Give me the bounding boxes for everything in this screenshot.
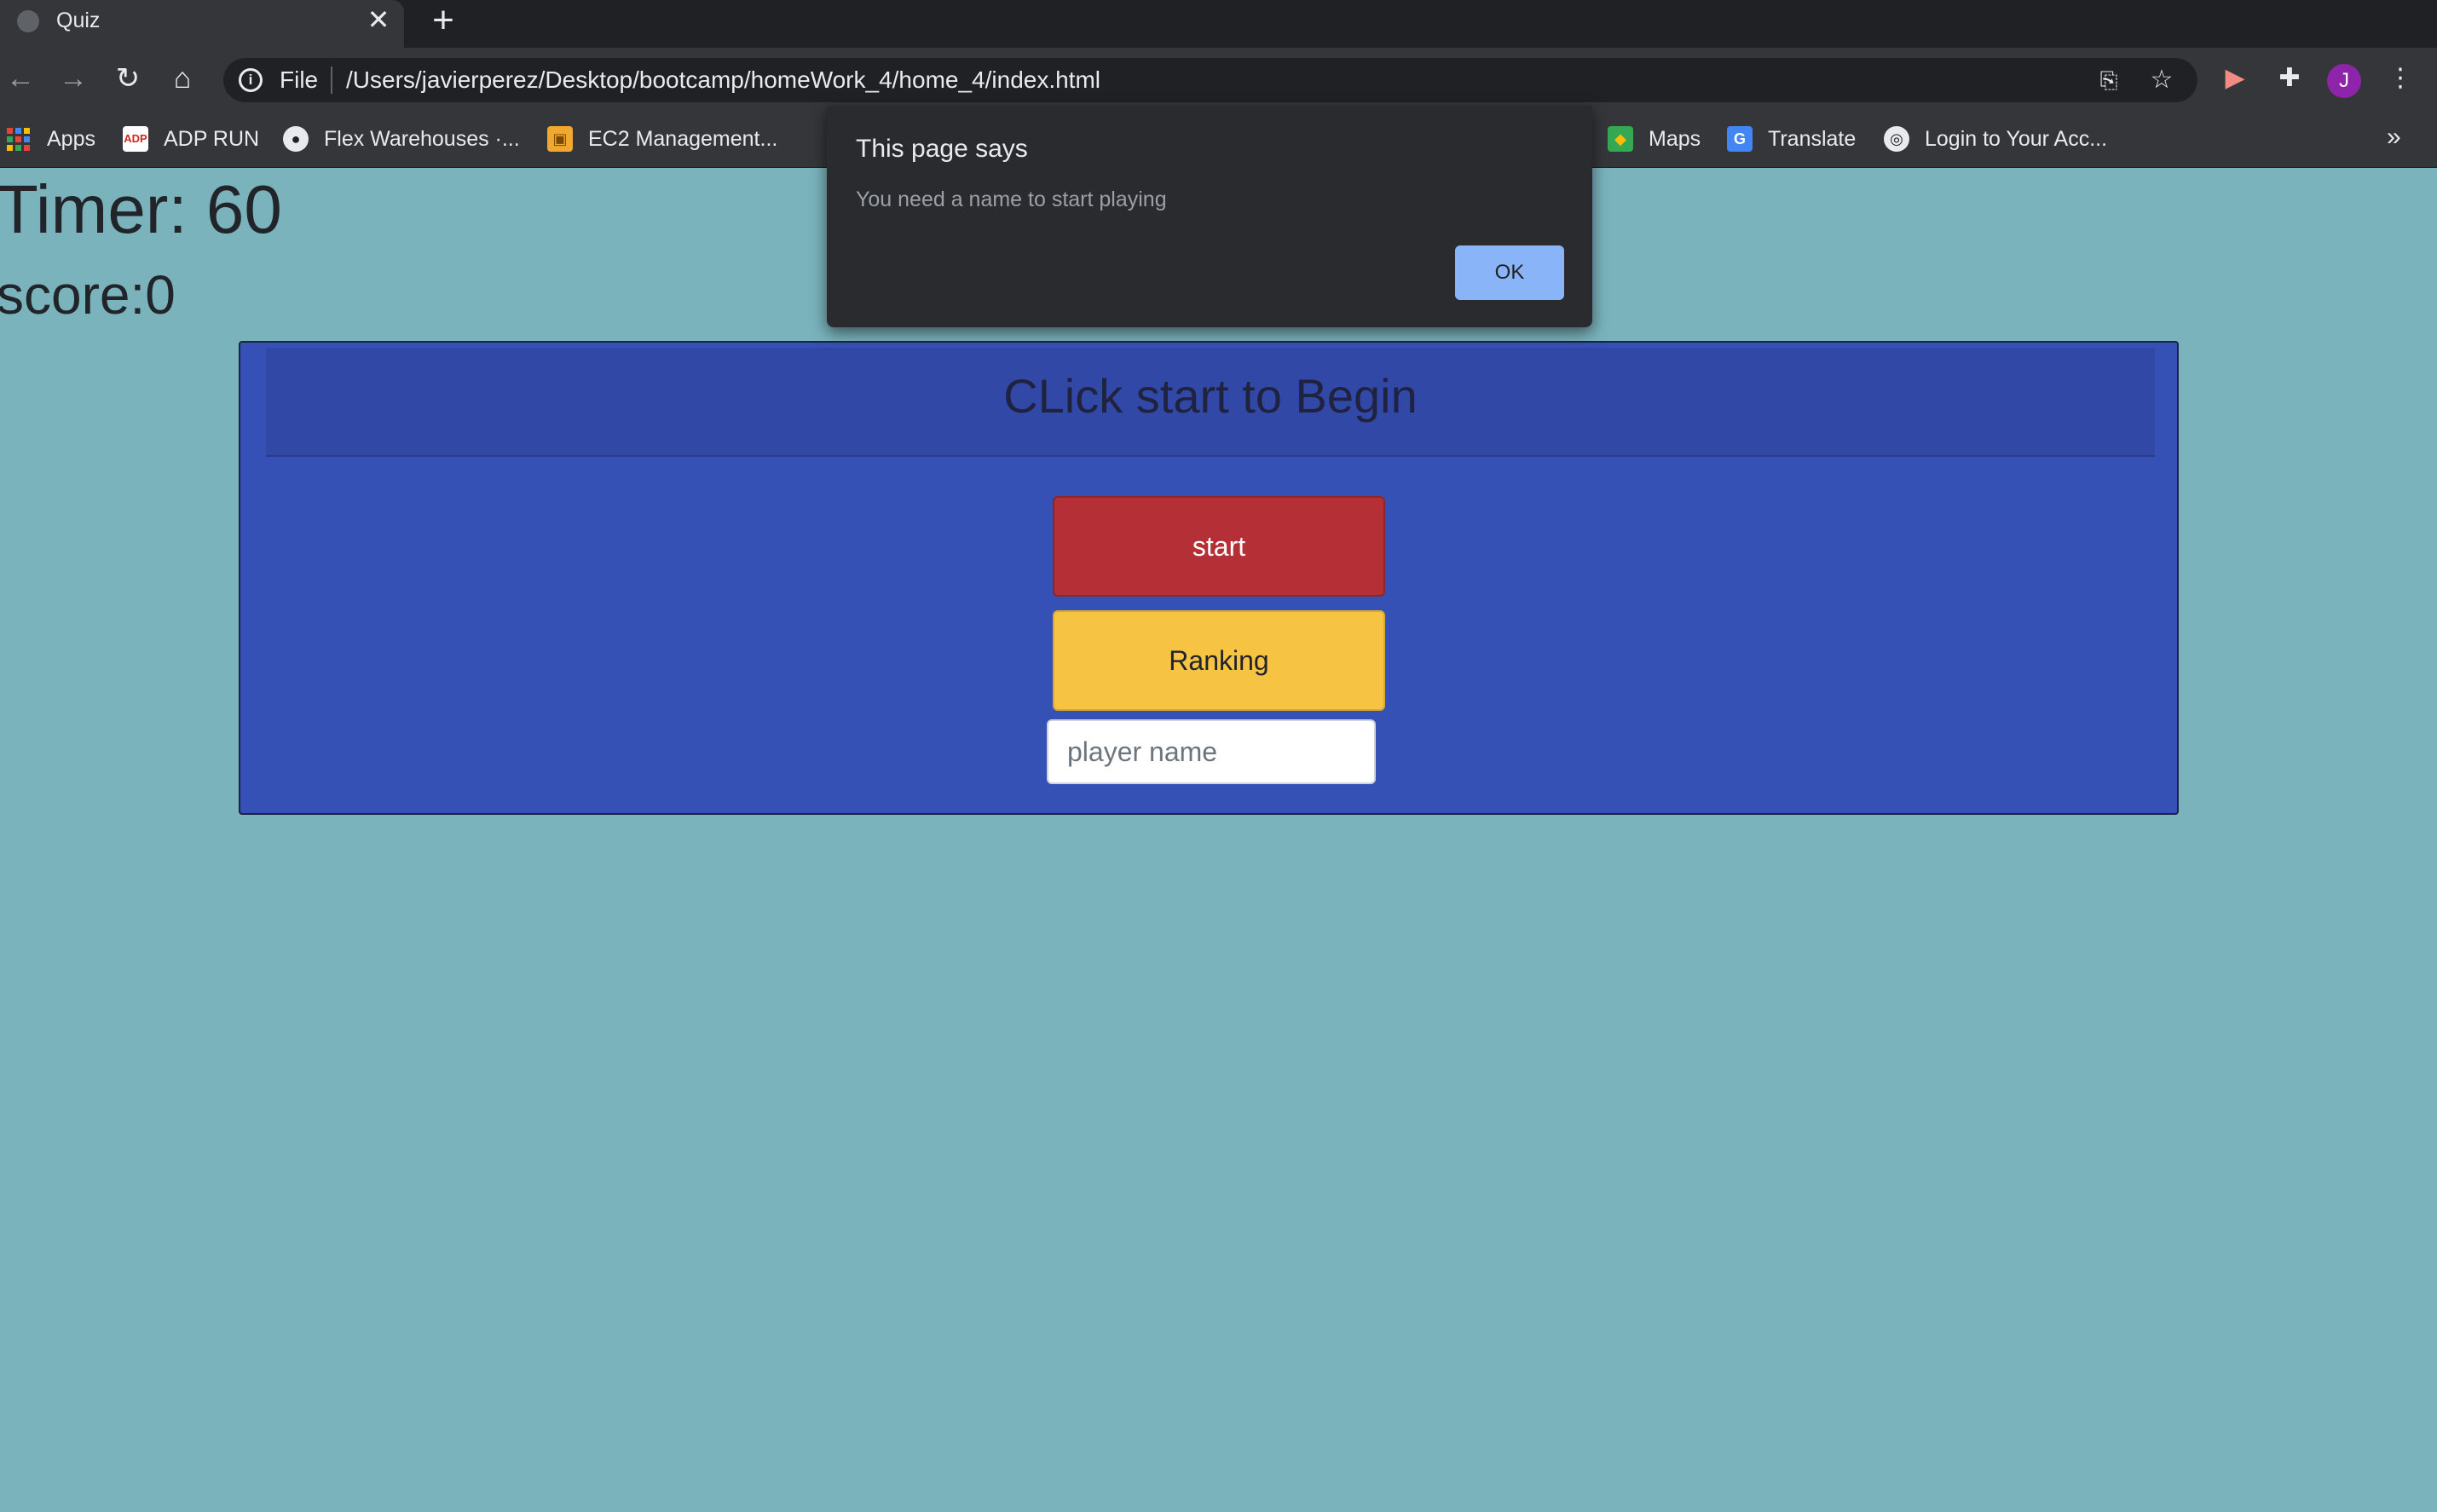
dialog-ok-button[interactable]: OK xyxy=(1455,245,1564,300)
bookmark-label: Apps xyxy=(47,126,95,151)
browser-window: Quiz ✕ + ← → ↻ ⌂ i File /Users/javierper… xyxy=(0,0,2437,1512)
github-icon: ● xyxy=(283,126,309,152)
adp-icon: ADP xyxy=(123,126,148,152)
bookmark-label: Flex Warehouses ·... xyxy=(324,126,520,151)
reload-icon[interactable]: ↻ xyxy=(109,60,147,97)
globe-favicon-icon xyxy=(17,10,39,32)
forward-arrow-icon[interactable]: → xyxy=(55,60,92,97)
bookmark-label: EC2 Management... xyxy=(588,126,778,151)
start-button[interactable]: start xyxy=(1053,496,1385,597)
address-separator xyxy=(331,66,332,94)
quiz-card: CLick start to Begin start Ranking xyxy=(239,341,2179,815)
back-arrow-icon[interactable]: ← xyxy=(2,60,39,97)
bookmark-apps[interactable]: Apps xyxy=(7,124,95,153)
translate-page-icon[interactable]: ⎘ xyxy=(2093,65,2124,95)
profile-avatar[interactable]: J xyxy=(2327,64,2361,98)
maps-icon: ◆ xyxy=(1608,126,1633,152)
bookmark-flex-warehouses[interactable]: ● Flex Warehouses ·... xyxy=(283,124,520,153)
timer-display: Timer: 60 xyxy=(0,171,282,247)
aws-box-icon: ▣ xyxy=(547,126,573,152)
bookmark-maps[interactable]: ◆ Maps xyxy=(1608,124,1701,153)
tab-title: Quiz xyxy=(56,9,101,32)
player-name-input[interactable] xyxy=(1047,719,1376,784)
bookmark-label: ADP RUN xyxy=(164,126,260,151)
translate-icon: G xyxy=(1727,126,1753,152)
tab-strip: Quiz ✕ + xyxy=(0,0,2437,48)
quiz-card-title: CLick start to Begin xyxy=(1003,369,1418,423)
bookmark-label: Maps xyxy=(1649,126,1701,151)
alert-dialog: This page says You need a name to start … xyxy=(827,106,1592,327)
ranking-button[interactable]: Ranking xyxy=(1053,610,1385,711)
extension-cast-icon[interactable]: ▶ xyxy=(2218,61,2252,95)
url-scheme: File xyxy=(280,66,319,93)
bookmark-adp-run[interactable]: ADP ADP RUN xyxy=(123,124,259,153)
url-text[interactable]: /Users/javierperez/Desktop/bootcamp/home… xyxy=(346,66,1100,94)
bookmark-label: Login to Your Acc... xyxy=(1925,126,2108,151)
dialog-message: You need a name to start playing xyxy=(856,188,1167,211)
bookmark-star-icon[interactable]: ☆ xyxy=(2146,65,2177,95)
new-tab-icon[interactable]: + xyxy=(426,0,460,41)
score-display: score:0 xyxy=(0,264,176,326)
tab-quiz[interactable]: Quiz ✕ xyxy=(0,0,404,48)
quiz-card-header: CLick start to Begin xyxy=(266,348,2155,457)
bookmark-login[interactable]: ◎ Login to Your Acc... xyxy=(1884,124,2107,153)
address-bar[interactable]: i File /Users/javierperez/Desktop/bootca… xyxy=(223,58,2197,102)
dialog-title: This page says xyxy=(856,135,1028,163)
close-tab-icon[interactable]: ✕ xyxy=(365,3,392,36)
extensions-puzzle-icon[interactable]: ✚ xyxy=(2272,61,2307,95)
bookmarks-overflow-icon[interactable]: » xyxy=(2387,123,2401,152)
info-icon[interactable]: i xyxy=(239,68,263,92)
menu-kebab-icon[interactable]: ⋮ xyxy=(2383,61,2417,95)
apps-grid-icon xyxy=(7,127,30,151)
bookmark-label: Translate xyxy=(1768,126,1857,151)
bookmark-ec2-management[interactable]: ▣ EC2 Management... xyxy=(547,124,777,153)
bookmark-translate[interactable]: G Translate xyxy=(1727,124,1856,153)
home-icon[interactable]: ⌂ xyxy=(164,60,201,97)
globe-icon: ◎ xyxy=(1884,126,1909,152)
browser-toolbar: ← → ↻ ⌂ i File /Users/javierperez/Deskto… xyxy=(0,48,2437,113)
